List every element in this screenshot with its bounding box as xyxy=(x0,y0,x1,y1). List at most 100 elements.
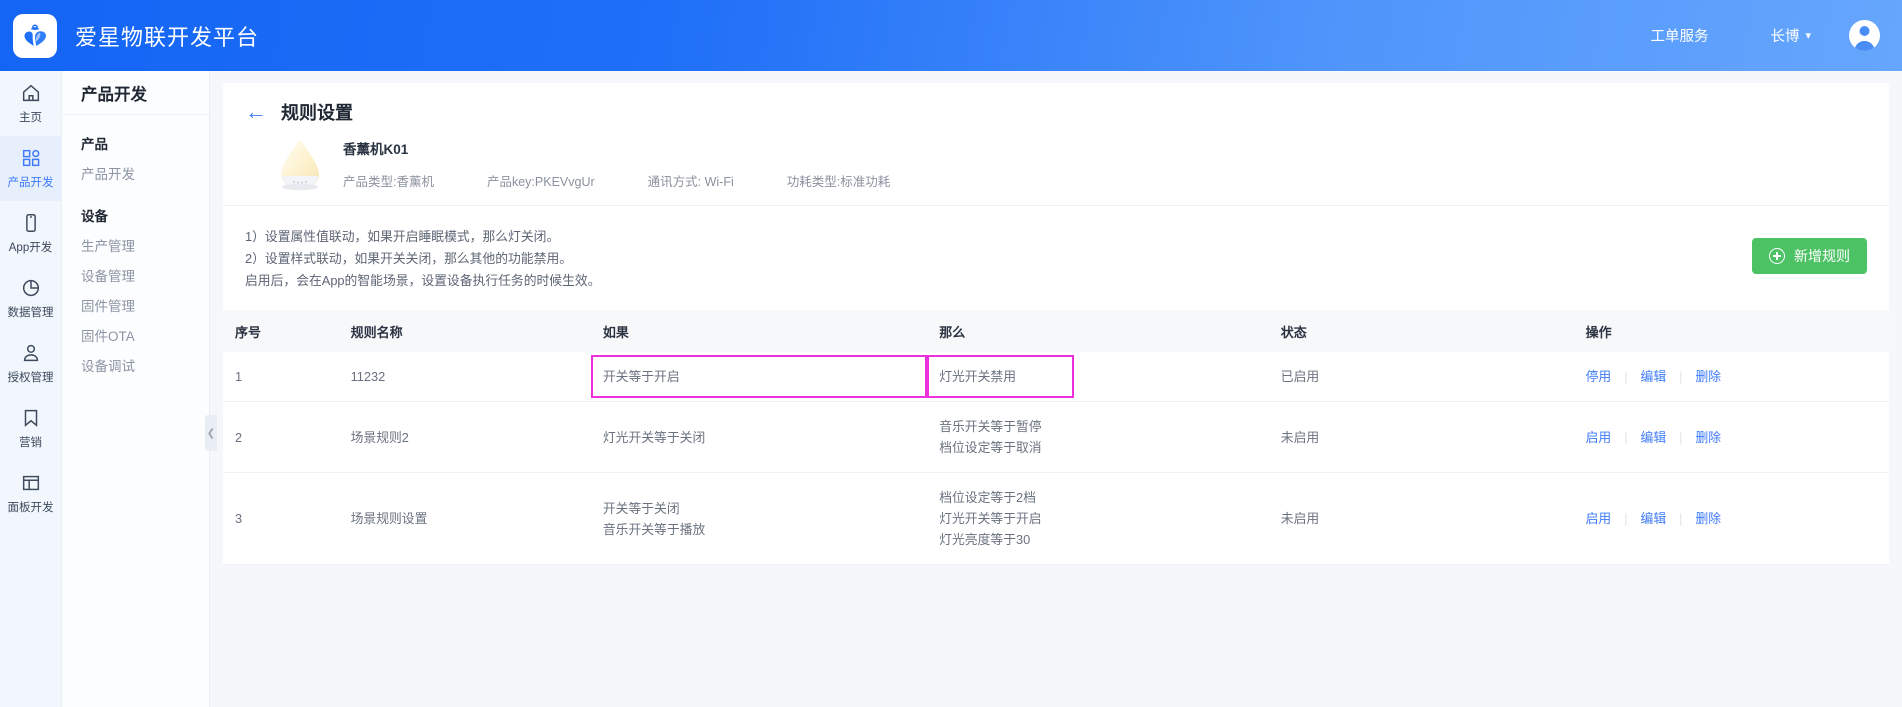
secondary-nav-panel: 产品开发 产品 产品开发 设备 生产管理 设备管理 固件管理 固件OTA 设备调… xyxy=(62,71,210,707)
action-text: 档位设定等于取消 xyxy=(939,440,1042,455)
chevron-down-icon: ▾ xyxy=(1805,30,1811,42)
page-title: 规则设置 xyxy=(281,103,353,123)
status-badge: 已启用 xyxy=(1268,352,1574,402)
cell-rule-name: 场景规则2 xyxy=(338,401,591,473)
user-menu[interactable]: 长博 ▾ xyxy=(1770,25,1811,46)
mobile-phone-icon xyxy=(25,214,36,232)
header-right-group: 工单服务 长博 ▾ xyxy=(1650,20,1902,51)
table-header: 序号 规则名称 如果 那么 状态 操作 xyxy=(223,310,1889,352)
subnav-item-firmware-ota[interactable]: 固件OTA xyxy=(62,320,209,350)
sidebar-item-product-dev[interactable]: 产品开发 xyxy=(0,136,61,201)
table-row: 1 11232 开关等于开启 灯光开关禁用 已启用 停用 | 编辑 | 删除 xyxy=(223,352,1889,402)
arrow-left-icon[interactable]: ← xyxy=(245,101,267,123)
th-rule-name: 规则名称 xyxy=(338,310,591,352)
description-block: 1）设置属性值联动，如果开启睡眠模式，那么灯关闭。 2）设置样式联动，如果开关关… xyxy=(223,206,1889,308)
user-person-icon xyxy=(23,344,38,362)
op-separator: | xyxy=(1679,369,1683,384)
subnav-item-device-debug[interactable]: 设备调试 xyxy=(62,350,209,380)
product-meta-power: 功耗类型:标准功耗 xyxy=(786,175,891,189)
table-row: 2 场景规则2 灯光开关等于关闭 音乐开关等于暂停 档位设定等于取消 未启用 启… xyxy=(223,401,1889,473)
cell-then-action: 音乐开关等于暂停 档位设定等于取消 xyxy=(927,401,1269,473)
product-meta-protocol: 通讯方式: Wi-Fi xyxy=(647,175,734,189)
pie-chart-icon xyxy=(22,279,39,297)
avatar[interactable] xyxy=(1849,20,1880,51)
app-logo[interactable] xyxy=(13,13,57,58)
condition-text: 音乐开关等于播放 xyxy=(602,521,706,537)
rules-table: 序号 规则名称 如果 那么 状态 操作 1 11232 开关等于开启 灯光开关禁… xyxy=(223,310,1889,565)
product-name: 香薰机K01 xyxy=(343,142,409,157)
cell-if-condition: 灯光开关等于关闭 xyxy=(590,401,928,473)
add-rule-button[interactable]: 新增规则 xyxy=(1752,238,1867,274)
th-if: 如果 xyxy=(590,310,928,352)
sidebar-item-label: 授权管理 xyxy=(7,372,54,384)
action-text: 档位设定等于2档 xyxy=(939,490,1036,505)
cell-index: 2 xyxy=(223,401,339,473)
sidebar-item-home[interactable]: 主页 xyxy=(0,71,61,136)
sidebar-item-panel-dev[interactable]: 面板开发 xyxy=(0,461,61,526)
brand-title: 爱星物联开发平台 xyxy=(75,24,260,50)
chevron-left-icon: ❮ xyxy=(206,427,216,439)
product-meta-row: 产品类型:香薰机 产品key:PKEVvgUr 通讯方式: Wi-Fi 功耗类型… xyxy=(343,171,943,190)
op-separator: | xyxy=(1624,511,1628,526)
op-edit-link[interactable]: 编辑 xyxy=(1641,508,1667,529)
op-delete-link[interactable]: 删除 xyxy=(1695,508,1721,529)
table-row: 3 场景规则设置 开关等于关闭 音乐开关等于播放 档位设定等于2档 灯光开关等于… xyxy=(223,472,1889,565)
subnav-group-product: 产品 xyxy=(81,137,108,152)
op-delete-link[interactable]: 删除 xyxy=(1695,427,1721,448)
action-text: 音乐开关等于暂停 xyxy=(939,419,1042,434)
sidebar-item-marketing[interactable]: 营销 xyxy=(0,396,61,461)
op-separator: | xyxy=(1624,429,1628,445)
th-status: 状态 xyxy=(1268,310,1574,352)
sidebar-item-label: 营销 xyxy=(19,437,42,449)
product-meta-key: 产品key:PKEVvgUr xyxy=(486,175,595,189)
sidebar-item-data-mgmt[interactable]: 数据管理 xyxy=(0,266,61,331)
condition-text: 开关等于开启 xyxy=(602,369,680,384)
sidebar-collapse-handle[interactable]: ❮ xyxy=(205,415,217,451)
op-toggle-link[interactable]: 启用 xyxy=(1586,508,1612,529)
status-badge: 未启用 xyxy=(1268,401,1574,473)
layout-panel-icon xyxy=(22,475,39,491)
sidebar-item-label: 面板开发 xyxy=(7,502,54,514)
th-operations: 操作 xyxy=(1573,310,1889,352)
top-header-bar: 爱星物联开发平台 工单服务 长博 ▾ xyxy=(0,0,1902,71)
home-icon xyxy=(22,84,39,102)
cell-then-action: 档位设定等于2档 灯光开关等于开启 灯光亮度等于30 xyxy=(927,472,1269,565)
user-name-label: 长博 xyxy=(1770,29,1800,45)
grid-squares-icon xyxy=(22,149,39,167)
subnav-item-production-mgmt[interactable]: 生产管理 xyxy=(62,230,209,260)
subnav-item-product-dev[interactable]: 产品开发 xyxy=(62,158,209,188)
sidebar-item-label: 产品开发 xyxy=(7,177,54,189)
subnav-item-device-mgmt[interactable]: 设备管理 xyxy=(62,260,209,290)
status-badge: 未启用 xyxy=(1268,472,1574,565)
th-index: 序号 xyxy=(223,310,339,352)
subnav-list: 产品 产品开发 设备 生产管理 设备管理 固件管理 固件OTA 设备调试 xyxy=(62,115,209,380)
op-toggle-link[interactable]: 停用 xyxy=(1586,366,1612,387)
bookmark-icon xyxy=(24,409,37,427)
th-then: 那么 xyxy=(927,310,1269,352)
cell-rule-name: 11232 xyxy=(338,352,591,402)
sidebar-item-app-dev[interactable]: App开发 xyxy=(0,201,61,266)
condition-text: 灯光开关等于关闭 xyxy=(602,429,706,445)
service-ticket-link[interactable]: 工单服务 xyxy=(1650,25,1708,46)
op-separator: | xyxy=(1679,511,1683,526)
cell-index: 3 xyxy=(223,472,339,565)
product-meta-type: 产品类型:香薰机 xyxy=(343,175,434,189)
user-avatar-icon xyxy=(1854,26,1875,51)
action-text: 灯光开关等于开启 xyxy=(939,511,1042,526)
subnav-item-firmware-mgmt[interactable]: 固件管理 xyxy=(62,290,209,320)
sidebar-item-auth-mgmt[interactable]: 授权管理 xyxy=(0,331,61,396)
op-edit-link[interactable]: 编辑 xyxy=(1641,366,1667,387)
op-toggle-link[interactable]: 启用 xyxy=(1586,427,1612,448)
cell-then-action: 灯光开关禁用 xyxy=(927,352,1269,402)
operations-group: 启用 | 编辑 | 删除 xyxy=(1586,508,1889,529)
cell-if-condition: 开关等于关闭 音乐开关等于播放 xyxy=(590,472,928,565)
aroma-diffuser-product-image xyxy=(269,135,331,193)
page-title-row: ← 规则设置 xyxy=(223,99,1889,125)
op-delete-link[interactable]: 删除 xyxy=(1695,366,1721,387)
cell-if-condition: 开关等于开启 xyxy=(590,352,928,402)
heart-leaf-logo-icon xyxy=(24,23,46,46)
rule-settings-card: ← 规则设置 香薰机K01 产品类型:香薰机 产品key:PKEVvgUr 通讯… xyxy=(223,83,1889,565)
sidebar-item-label: App开发 xyxy=(8,242,53,254)
op-edit-link[interactable]: 编辑 xyxy=(1641,427,1667,448)
cell-operations: 启用 | 编辑 | 删除 xyxy=(1573,401,1889,473)
